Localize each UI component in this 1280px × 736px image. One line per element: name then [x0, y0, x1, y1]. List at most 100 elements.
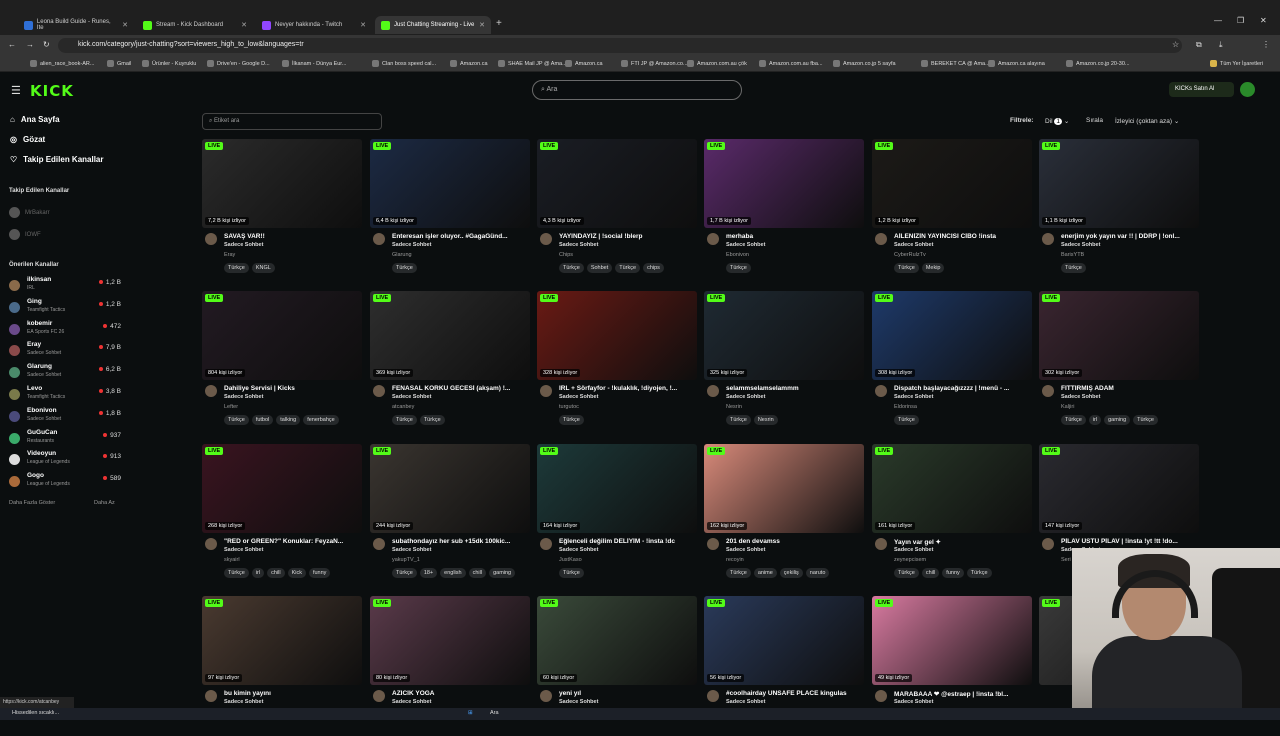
streamer-name[interactable]: Seri	[1061, 557, 1071, 563]
streamer-avatar[interactable]	[707, 690, 719, 702]
streamer-name[interactable]: zeynepcisem	[894, 557, 926, 563]
followed-channel[interactable]: MrBakarr	[9, 207, 50, 218]
buy-kicks-button[interactable]: KICKs Satın Al	[1169, 82, 1234, 97]
stream-category[interactable]: Sadece Sohbet	[894, 394, 933, 400]
stream-thumbnail[interactable]: LIVE 244 kişi izliyor	[370, 444, 530, 533]
streamer-name[interactable]: Eldorinsa	[894, 404, 917, 410]
streamer-name[interactable]: yakupTV_1	[392, 557, 420, 563]
stream-thumbnail[interactable]: LIVE 1,7 B kişi izliyor	[704, 139, 864, 228]
stream-thumbnail[interactable]: LIVE 7,2 B kişi izliyor	[202, 139, 362, 228]
bookmark-item[interactable]: Amazon.co.jp 20-30...	[1066, 60, 1130, 67]
tag-chip[interactable]: Türkçe	[894, 415, 919, 425]
stream-title[interactable]: 201 den devamss	[726, 538, 864, 545]
bookmark-item[interactable]: Clan boss speed cal...	[372, 60, 436, 67]
tag-chip[interactable]: Türkçe	[894, 263, 919, 273]
streamer-avatar[interactable]	[707, 538, 719, 550]
tag-chip[interactable]: Türkçe	[392, 415, 417, 425]
stream-category[interactable]: Sadece Sohbet	[894, 547, 933, 553]
stream-category[interactable]: Sadece Sohbet	[1061, 394, 1100, 400]
stream-card[interactable]: LIVE 1,1 B kişi izliyor enerjim yok yayın …	[1039, 139, 1199, 279]
stream-title[interactable]: FENASAL KORKU GECESİ (akşam) !...	[392, 385, 530, 392]
all-bookmarks[interactable]: Tüm Yer İşaretleri	[1210, 60, 1263, 67]
windows-start-icon[interactable]: ⊞	[468, 710, 473, 716]
stream-thumbnail[interactable]: LIVE 162 kişi izliyor	[704, 444, 864, 533]
stream-thumbnail[interactable]: LIVE 1,2 B kişi izliyor	[872, 139, 1032, 228]
stream-category[interactable]: Sadece Sohbet	[894, 242, 933, 248]
streamer-name[interactable]: skyairl	[224, 557, 240, 563]
nav-browse[interactable]: ◎ Gözat	[10, 135, 45, 144]
bookmark-item[interactable]: Gmail	[107, 60, 131, 67]
streamer-avatar[interactable]	[205, 233, 217, 245]
reload-icon[interactable]: ↻	[43, 40, 50, 49]
streamer-name[interactable]: Chips	[559, 252, 573, 258]
stream-title[interactable]: yeni yıl	[559, 690, 697, 697]
sort-dropdown[interactable]: İzleyici (çoktan aza) ⌄	[1115, 117, 1179, 125]
tag-chip[interactable]: Türkçe	[224, 263, 249, 273]
streamer-name[interactable]: Kaljiri	[1061, 404, 1074, 410]
tag-chip[interactable]: Sohbet	[586, 263, 613, 273]
tag-chip[interactable]: Türkçe	[726, 568, 751, 578]
back-icon[interactable]: ←	[8, 40, 16, 49]
stream-category[interactable]: Sadece Sohbet	[726, 699, 765, 705]
bookmark-item[interactable]: alien_race_book-AR...	[30, 60, 94, 67]
stream-thumbnail[interactable]: LIVE 328 kişi izliyor	[537, 291, 697, 380]
streamer-avatar[interactable]	[875, 690, 887, 702]
streamer-avatar[interactable]	[205, 690, 217, 702]
bookmark-item[interactable]: Amazon.ca alayına	[988, 60, 1045, 67]
stream-thumbnail[interactable]: LIVE 49 kişi izliyor	[872, 596, 1032, 685]
browser-tab-0[interactable]: Leona Build Guide - Runes, Ite ✕	[18, 16, 134, 34]
tag-chip[interactable]: talking	[276, 415, 301, 425]
recommended-channel[interactable]: kobemir EA Sports FC 26 472	[9, 320, 121, 340]
recommended-channel[interactable]: Levo Teamfight Tactics 3,8 B	[9, 385, 121, 405]
tag-chip[interactable]: Türkçe	[726, 415, 751, 425]
stream-category[interactable]: Sadece Sohbet	[726, 547, 765, 553]
close-icon[interactable]: ✕	[360, 21, 366, 29]
tag-chip[interactable]: Türkçe	[615, 263, 641, 273]
stream-title[interactable]: "RED or GREEN?" Konuklar: FeyzaN...	[224, 538, 362, 545]
stream-title[interactable]: subathondayız her sub +15dk 100kic...	[392, 538, 530, 545]
bookmark-item[interactable]: SHAE Mail JP @ Ama...	[498, 60, 567, 67]
tag-chip[interactable]: Türkçe	[894, 568, 919, 578]
stream-thumbnail[interactable]: LIVE 369 kişi izliyor	[370, 291, 530, 380]
recommended-channel[interactable]: Ebonivon Sadece Sohbet 1,8 B	[9, 407, 121, 427]
downloads-icon[interactable]: ⤓	[1219, 40, 1223, 50]
stream-category[interactable]: Sadece Sohbet	[559, 699, 598, 705]
stream-card[interactable]: LIVE 1,7 B kişi izliyor merhaba Sadece Sohb…	[704, 139, 864, 279]
streamer-avatar[interactable]	[540, 690, 552, 702]
stream-thumbnail[interactable]: LIVE 164 kişi izliyor	[537, 444, 697, 533]
stream-card[interactable]: LIVE 804 kişi izliyor Dahiliye Servisi | K…	[202, 291, 362, 431]
tag-chip[interactable]: çekiliş	[779, 568, 803, 578]
stream-card[interactable]: LIVE 1,2 B kişi izliyor AİLENİZİN YAYINCIS…	[872, 139, 1032, 279]
bookmark-item[interactable]: Amazon.co.jp 5 sayfa	[833, 60, 896, 67]
stream-title[interactable]: AİLENİZİN YAYINCISI CİBO !insta	[894, 233, 1032, 240]
stream-thumbnail[interactable]: LIVE 302 kişi izliyor	[1039, 291, 1199, 380]
stream-card[interactable]: LIVE 6,4 B kişi izliyor Enteresan işler ol…	[370, 139, 530, 279]
nav-home[interactable]: ⌂ Ana Sayfa	[10, 115, 60, 124]
streamer-avatar[interactable]	[875, 538, 887, 550]
stream-title[interactable]: MARABAAA ❤ @estraep | !insta !bl...	[894, 690, 1032, 698]
streamer-avatar[interactable]	[1042, 538, 1054, 550]
new-tab-button[interactable]: +	[496, 18, 502, 29]
tag-chip[interactable]: Türkçe	[392, 568, 417, 578]
stream-category[interactable]: Sadece Sohbet	[392, 242, 431, 248]
stream-thumbnail[interactable]: LIVE 4,3 B kişi izliyor	[537, 139, 697, 228]
stream-category[interactable]: Sadece Sohbet	[224, 547, 263, 553]
tag-search-input[interactable]: ⌕ Etiket ara	[202, 113, 382, 130]
stream-category[interactable]: Sadece Sohbet	[559, 547, 598, 553]
bookmark-item[interactable]: BEREKET CA @ Ama...	[921, 60, 990, 67]
stream-title[interactable]: Dahiliye Servisi | Kicks	[224, 385, 362, 392]
tag-chip[interactable]: gaming	[1104, 415, 1131, 425]
tag-chip[interactable]: Türkçe	[966, 568, 992, 578]
streamer-avatar[interactable]	[540, 538, 552, 550]
stream-thumbnail[interactable]: LIVE 325 kişi izliyor	[704, 291, 864, 380]
bookmark-item[interactable]: Drive'en - Google D...	[207, 60, 270, 67]
streamer-avatar[interactable]	[875, 233, 887, 245]
tag-chip[interactable]: Mekip	[921, 263, 945, 273]
stream-card[interactable]: LIVE 161 kişi izliyor Yayın var gel ✦ Sadec…	[872, 444, 1032, 584]
recommended-channel[interactable]: Gogo League of Legends 589	[9, 472, 121, 492]
stream-title[interactable]: merhaba	[726, 233, 864, 240]
tag-chip[interactable]: futbol	[251, 415, 274, 425]
streamer-avatar[interactable]	[540, 385, 552, 397]
stream-card[interactable]: LIVE 244 kişi izliyor subathondayız her su…	[370, 444, 530, 584]
stream-title[interactable]: #coolhairday UNSAFE PLACE kingulas	[726, 690, 864, 697]
